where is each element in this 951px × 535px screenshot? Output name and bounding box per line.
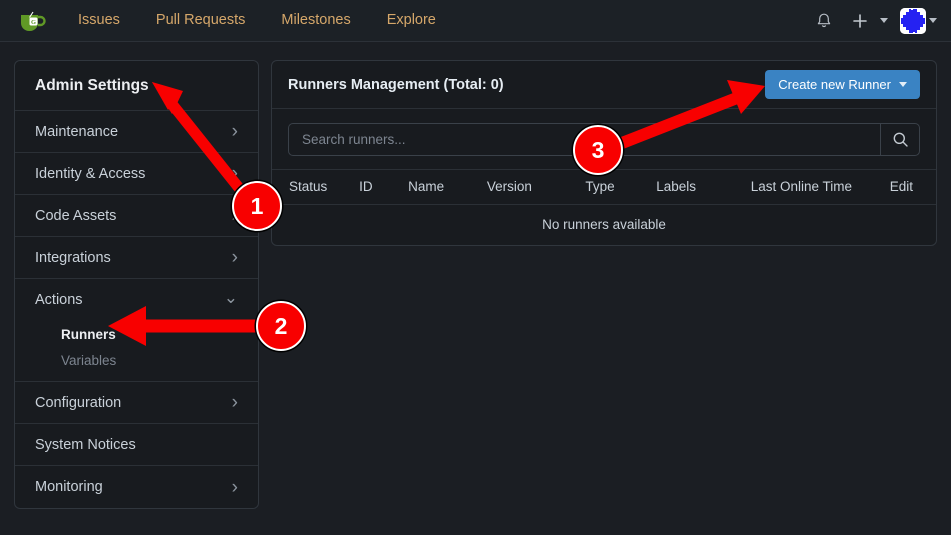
annotation-badge-2: 2 [256, 301, 306, 351]
table-empty-row: No runners available [272, 205, 936, 246]
annotation-badge-3: 3 [573, 125, 623, 175]
nav-link-milestones[interactable]: Milestones [263, 0, 368, 41]
sidebar-item-maintenance[interactable]: Maintenance [15, 111, 258, 153]
sidebar-item-configuration[interactable]: Configuration [15, 382, 258, 424]
create-menu-chevron-down-icon[interactable] [880, 18, 888, 23]
panel-title: Runners Management (Total: 0) [288, 76, 504, 93]
admin-sidebar: Admin Settings Maintenance Identity & Ac… [14, 60, 259, 509]
sidebar-item-label: Integrations [35, 249, 111, 266]
empty-message: No runners available [542, 217, 666, 232]
sidebar-item-identity-access[interactable]: Identity & Access [15, 153, 258, 195]
nav-link-explore[interactable]: Explore [369, 0, 454, 41]
column-last-online-time: Last Online Time [750, 170, 890, 205]
svg-text:G: G [31, 19, 36, 26]
column-type: Type [585, 170, 657, 205]
annotation-badge-1: 1 [232, 181, 282, 231]
page-title: Admin Settings [15, 61, 258, 111]
chevron-right-icon [232, 478, 238, 497]
chevron-right-icon [232, 164, 238, 183]
navbar-right-actions [807, 0, 937, 41]
sidebar-item-label: Identity & Access [35, 165, 146, 182]
sidebar-item-label: Configuration [35, 394, 122, 411]
table-header: Status ID Name Version Type Labels Last … [272, 170, 936, 205]
sidebar-item-label: Actions [35, 292, 83, 308]
search-button[interactable] [880, 123, 920, 156]
nav-link-issues[interactable]: Issues [60, 0, 138, 41]
chevron-right-icon [232, 248, 238, 267]
gitea-teacup-logo-icon[interactable]: G [16, 8, 46, 34]
sidebar-item-actions[interactable]: Actions [15, 279, 258, 321]
sidebar-item-code-assets[interactable]: Code Assets [15, 195, 258, 237]
table-header-row: Status ID Name Version Type Labels Last … [272, 170, 936, 205]
column-edit: Edit [889, 170, 936, 205]
column-name: Name [408, 170, 487, 205]
nav-links: Issues Pull Requests Milestones Explore [60, 0, 454, 41]
chevron-down-icon [224, 292, 238, 309]
create-new-runner-button[interactable]: Create new Runner [765, 70, 920, 99]
chevron-down-icon [899, 82, 907, 87]
chevron-right-icon [232, 122, 238, 141]
nav-link-pull-requests[interactable]: Pull Requests [138, 0, 263, 41]
column-id: ID [359, 170, 409, 205]
runners-table: Status ID Name Version Type Labels Last … [272, 170, 936, 245]
table-body: No runners available [272, 205, 936, 246]
column-status: Status [272, 170, 360, 205]
column-version: Version [486, 170, 586, 205]
sidebar-item-runners[interactable]: Runners [15, 321, 258, 347]
plus-icon[interactable] [843, 4, 877, 38]
sidebar-subgroup-actions: Runners Variables [15, 321, 258, 382]
sidebar-item-label: Code Assets [35, 207, 117, 224]
top-navbar: G Issues Pull Requests Milestones Explor… [0, 0, 951, 42]
sidebar-item-label: System Notices [35, 436, 136, 453]
column-labels: Labels [656, 170, 751, 205]
sidebar-item-system-notices[interactable]: System Notices [15, 424, 258, 466]
user-menu-chevron-down-icon[interactable] [929, 18, 937, 23]
create-new-runner-label: Create new Runner [778, 77, 891, 92]
chevron-right-icon [232, 393, 238, 412]
sidebar-item-monitoring[interactable]: Monitoring [15, 466, 258, 508]
user-avatar[interactable] [900, 7, 926, 34]
sidebar-item-label: Monitoring [35, 479, 103, 495]
bell-icon[interactable] [807, 4, 841, 38]
sidebar-item-variables[interactable]: Variables [15, 347, 258, 373]
app-root: G Issues Pull Requests Milestones Explor… [0, 0, 951, 535]
sidebar-item-label: Maintenance [35, 123, 119, 140]
panel-header: Runners Management (Total: 0) Create new… [272, 61, 936, 109]
magnifier-icon [893, 132, 908, 147]
sidebar-item-integrations[interactable]: Integrations [15, 237, 258, 279]
